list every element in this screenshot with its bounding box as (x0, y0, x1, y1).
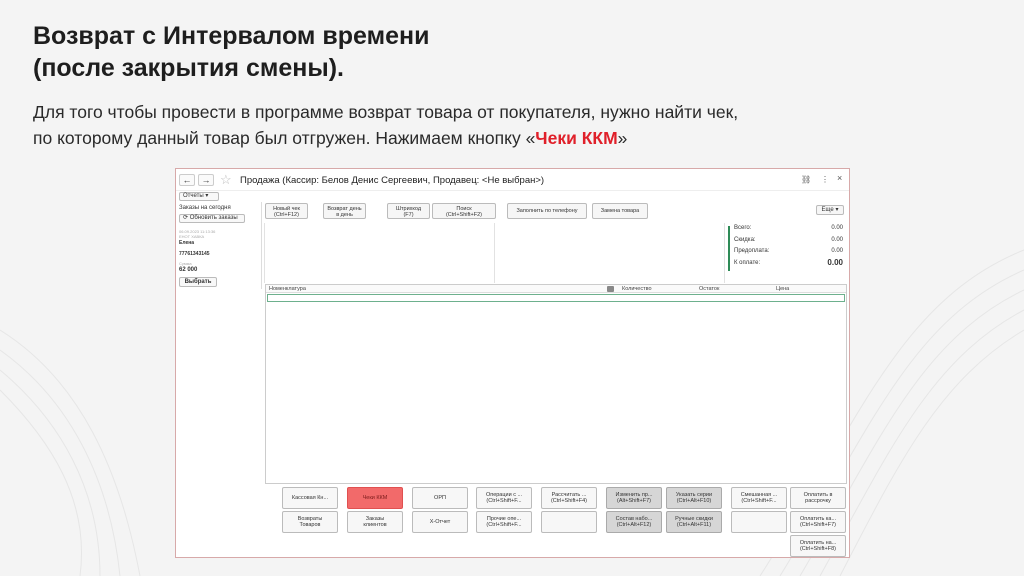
pay-card-button[interactable]: Оплатить ка... (Ctrl+Shift+F7) (790, 511, 846, 533)
mixed-payment-shortcut: (Ctrl+Shift+F... (741, 498, 777, 504)
change-price-shortcut: (Alt+Shift+F7) (617, 498, 651, 504)
more-label: Еще (821, 207, 834, 213)
table-row[interactable] (267, 294, 845, 302)
pay-installment-button[interactable]: Оплатить в рассрочку (790, 487, 846, 509)
total-label: Всего: (734, 225, 752, 231)
operations-shortcut: (Ctrl+Shift+F... (486, 498, 522, 504)
sum-label: Сумма (179, 261, 192, 266)
new-check-shortcut: (Ctrl+F12) (274, 212, 299, 218)
pay-cash-shortcut: (Ctrl+Shift+F8) (799, 546, 837, 552)
kit-composition-button[interactable]: Состав набо... (Ctrl+Alt+F12) (606, 511, 662, 533)
calculate-button[interactable]: Рассчитать ... (Ctrl+Shift+F4) (541, 487, 597, 509)
table-header: Номенклатура Количество Остаток Цена (266, 285, 846, 293)
favorite-star-icon[interactable]: ☆ (220, 172, 232, 188)
search-shortcut: (Ctrl+Shift+F2) (445, 212, 483, 218)
x-report-button[interactable]: X-Отчет (412, 511, 468, 533)
pay-installment-label2: рассрочку (805, 498, 831, 504)
order-meta: 06.09.2023 11:13:36 ЕНОТ ХАВКА (179, 229, 215, 239)
slide-title-line1: Возврат с Интервалом времени (33, 22, 430, 50)
other-operations-shortcut: (Ctrl+Shift+F... (486, 522, 522, 528)
returns-button[interactable]: Возвраты Товаров (282, 511, 338, 533)
specify-series-button[interactable]: Указать серии (Ctrl+Alt+F10) (666, 487, 722, 509)
return-day-label2: в день (336, 212, 353, 218)
slide-title-line2: (после закрытия смены). (33, 54, 344, 82)
customer-phone: 77761343145 (179, 251, 210, 257)
replace-goods-button[interactable]: Замена товара (592, 203, 648, 219)
other-operations-button[interactable]: Прочие опе... (Ctrl+Shift+F... (476, 511, 532, 533)
topay-label: К оплате: (734, 260, 761, 266)
intro-highlight: Чеки ККМ (535, 128, 618, 148)
divider (494, 223, 495, 283)
chevron-down-icon: ▾ (835, 207, 839, 213)
slide-title: Возврат с Интервалом времени (после закр… (33, 20, 429, 84)
topay-value: 0.00 (827, 258, 843, 267)
kit-composition-shortcut: (Ctrl+Alt+F12) (616, 522, 652, 528)
reports-label: Отчеты (183, 193, 204, 199)
window-titlebar: ← → ☆ Продажа (Кассир: Белов Денис Серге… (176, 169, 849, 191)
close-button[interactable]: × (837, 173, 842, 183)
col-qty: Количество (622, 286, 652, 292)
prepay-value: 0.00 (831, 248, 843, 254)
intro-line2-before: по которому данный товар был отгружен. Н… (33, 128, 536, 148)
cash-book-button[interactable]: Кассовая Кн... (282, 487, 338, 509)
client-orders-label2: клиентов (363, 522, 387, 528)
specify-series-shortcut: (Ctrl+Alt+F10) (676, 498, 712, 504)
intro-line2: по которому данный товар был отгружен. Н… (33, 125, 893, 151)
checkbox-icon[interactable] (607, 286, 614, 292)
client-orders-button[interactable]: Заказы клиентов (347, 511, 403, 533)
orders-today-label: Заказы на сегодня (179, 205, 231, 211)
returns-label2: Товаров (299, 522, 321, 528)
link-icon[interactable]: ⛓ (801, 175, 811, 184)
customer-name: Елена (179, 240, 195, 246)
back-button[interactable]: ← (179, 174, 195, 186)
chevron-down-icon: ▾ (205, 193, 209, 199)
pay-cash-button[interactable]: Оплатить на... (Ctrl+Shift+F8) (790, 535, 846, 557)
mixed-payment-button[interactable]: Смешанная ... (Ctrl+Shift+F... (731, 487, 787, 509)
operations-button[interactable]: Операции с ... (Ctrl+Shift+F... (476, 487, 532, 509)
barcode-shortcut: (F7) (403, 212, 414, 218)
refresh-icon: ⟳ (183, 215, 189, 221)
refresh-orders-button[interactable]: ⟳ Обновить заказы (179, 214, 245, 223)
col-name: Номенклатура (269, 286, 306, 292)
col-rest: Остаток (699, 286, 720, 292)
discount-value: 0.00 (831, 237, 843, 243)
empty-button[interactable] (731, 511, 787, 533)
orders-panel: Заказы на сегодня ⟳ Обновить заказы 06.0… (176, 202, 262, 289)
total-value: 0.00 (831, 225, 843, 231)
totals-accent-bar (728, 226, 730, 271)
barcode-button[interactable]: Штрихкод (F7) (387, 203, 430, 219)
reports-dropdown[interactable]: Отчеты ▾ (179, 192, 219, 201)
return-day-button[interactable]: Возврат день в день (323, 203, 366, 219)
manual-discounts-shortcut: (Ctrl+Alt+F11) (676, 522, 712, 528)
goods-table: Номенклатура Количество Остаток Цена (265, 284, 847, 484)
intro-line1: Для того чтобы провести в программе возв… (33, 102, 739, 122)
calculate-shortcut: (Ctrl+Shift+F4) (550, 498, 588, 504)
intro-line2-after: » (617, 128, 628, 148)
slide-intro-text: Для того чтобы провести в программе возв… (33, 99, 893, 151)
kkm-checks-button[interactable]: Чеки ККМ (347, 487, 403, 509)
order-meta-line2: ЕНОТ ХАВКА (179, 234, 205, 239)
fill-by-phone-button[interactable]: Заполнить по телефону (507, 203, 587, 219)
divider (264, 223, 265, 283)
search-button[interactable]: Поиск (Ctrl+Shift+F2) (432, 203, 496, 219)
empty-button[interactable] (541, 511, 597, 533)
new-check-button[interactable]: Новый чек (Ctrl+F12) (265, 203, 308, 219)
discount-label: Скидка: (734, 237, 756, 243)
refresh-orders-label: Обновить заказы (189, 215, 238, 221)
more-vertical-icon[interactable]: ⋮ (821, 175, 829, 184)
col-price: Цена (776, 286, 790, 292)
prepay-label: Предоплата: (734, 248, 770, 254)
select-order-button[interactable]: Выбрать (179, 277, 217, 287)
sale-window: ← → ☆ Продажа (Кассир: Белов Денис Серге… (175, 168, 850, 558)
manual-discounts-button[interactable]: Ручные скидки (Ctrl+Alt+F11) (666, 511, 722, 533)
forward-button[interactable]: → (198, 174, 214, 186)
sum-value: 62 000 (179, 267, 198, 273)
change-price-button[interactable]: Изменить пр... (Alt+Shift+F7) (606, 487, 662, 509)
pay-card-shortcut: (Ctrl+Shift+F7) (799, 522, 837, 528)
more-button[interactable]: Еще ▾ (816, 205, 844, 215)
orp-button[interactable]: ОРП (412, 487, 468, 509)
divider (724, 223, 725, 283)
window-title: Продажа (Кассир: Белов Денис Сергеевич, … (240, 175, 545, 186)
